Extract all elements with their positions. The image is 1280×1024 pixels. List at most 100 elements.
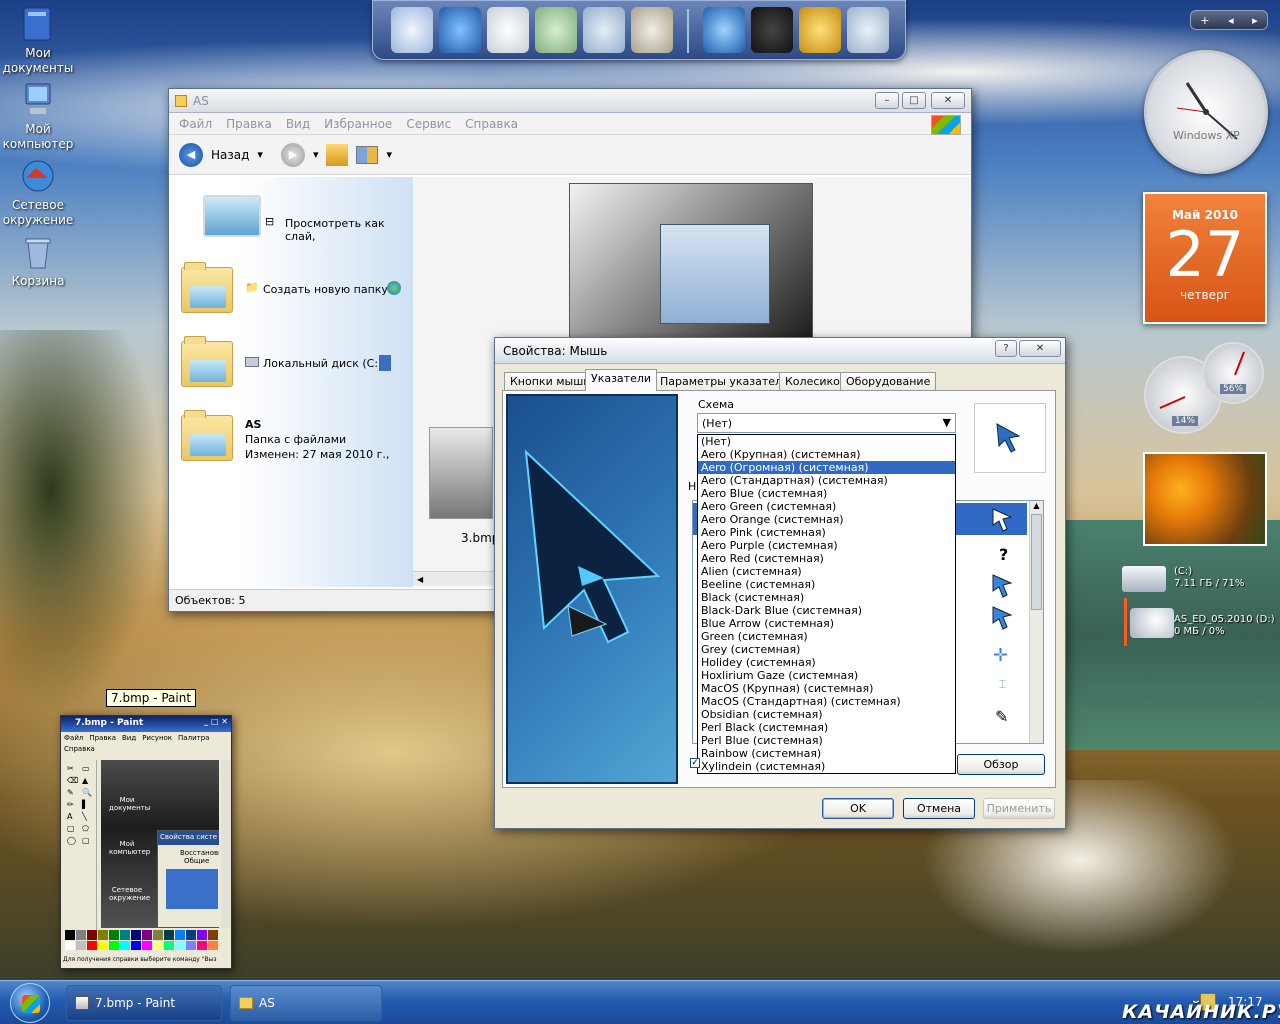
scheme-option[interactable]: Blue Arrow (системная): [698, 617, 955, 630]
forward-dropdown-icon[interactable]: ▾: [313, 148, 319, 161]
scheme-option[interactable]: Aero Red (системная): [698, 552, 955, 565]
explorer-titlebar[interactable]: AS – □ ✕: [169, 89, 971, 113]
scheme-option-selected[interactable]: Aero (Огромная) (системная): [698, 461, 955, 474]
clock-brand: Windows XP: [1173, 129, 1240, 142]
scheme-option[interactable]: Obsidian (системная): [698, 708, 955, 721]
pictures-icon[interactable]: [583, 7, 625, 53]
scheme-option[interactable]: Holidey (системная): [698, 656, 955, 669]
scheme-option[interactable]: Black (системная): [698, 591, 955, 604]
tools-icon[interactable]: [631, 7, 673, 53]
scheme-option[interactable]: MacOS (Стандартная) (системная): [698, 695, 955, 708]
scheme-option[interactable]: Rainbow (системная): [698, 747, 955, 760]
computer-icon[interactable]: [391, 7, 433, 53]
back-button[interactable]: Назад: [211, 148, 249, 162]
folder-icon: [181, 336, 233, 387]
scheme-option[interactable]: Aero Blue (системная): [698, 487, 955, 500]
paint-window-preview[interactable]: 7.bmp - Paint _ □ ✕ Файл Правка Вид Рису…: [60, 715, 232, 969]
scheme-option[interactable]: Aero Purple (системная): [698, 539, 955, 552]
tab-mouse-buttons[interactable]: Кнопки мыши: [504, 372, 597, 390]
globe-icon[interactable]: [439, 7, 481, 53]
scheme-option[interactable]: Grey (системная): [698, 643, 955, 656]
views-dropdown-icon[interactable]: ▾: [386, 148, 392, 161]
folder-icon: [175, 94, 187, 107]
menu-edit[interactable]: Правка: [226, 117, 272, 131]
photo-gadget[interactable]: [1143, 452, 1267, 546]
tab-pointer-options[interactable]: Параметры указателя: [654, 372, 795, 390]
tab-wheel[interactable]: Колесико: [779, 372, 846, 390]
desktop-icon-my-computer[interactable]: Мой компьютер: [0, 80, 80, 152]
recycle-icon[interactable]: [847, 7, 889, 53]
paint-color-palette[interactable]: [65, 930, 227, 950]
scheme-option[interactable]: Aero Green (системная): [698, 500, 955, 513]
scheme-option[interactable]: Alien (системная): [698, 565, 955, 578]
clock-gadget[interactable]: Windows XP: [1144, 50, 1268, 174]
dialog-close-button[interactable]: ✕: [1019, 340, 1061, 357]
scrollbar-thumb[interactable]: [1031, 514, 1042, 610]
internet-icon[interactable]: [703, 7, 745, 53]
scheme-option[interactable]: Black-Dark Blue (системная): [698, 604, 955, 617]
scheme-option[interactable]: MacOS (Крупная) (системная): [698, 682, 955, 695]
scheme-option[interactable]: Aero Pink (системная): [698, 526, 955, 539]
minimize-button[interactable]: –: [875, 92, 899, 109]
details-icon[interactable]: [379, 355, 391, 371]
preview-image[interactable]: [569, 183, 813, 339]
views-icon[interactable]: [356, 145, 379, 164]
menu-help[interactable]: Справка: [465, 117, 518, 131]
horizontal-scrollbar[interactable]: ◀: [413, 571, 503, 585]
scheme-option[interactable]: Aero (Стандартная) (системная): [698, 474, 955, 487]
folder-icon[interactable]: [535, 7, 577, 53]
task-local-disk[interactable]: Локальный диск (C:): [263, 357, 382, 370]
enable-shadow-checkbox[interactable]: ✓: [690, 758, 700, 768]
scheme-option[interactable]: Aero (Крупная) (системная): [698, 448, 955, 461]
sidebar-next-button[interactable]: ▸: [1252, 14, 1258, 27]
task-new-folder[interactable]: Создать новую папку: [263, 283, 388, 296]
scheme-option[interactable]: Perl Blue (системная): [698, 734, 955, 747]
folder-icon: [239, 997, 253, 1009]
help-button[interactable]: ?: [995, 340, 1017, 357]
cancel-button[interactable]: Отмена: [903, 798, 975, 819]
scheme-option[interactable]: Aero Orange (системная): [698, 513, 955, 526]
menu-tools[interactable]: Сервис: [406, 117, 451, 131]
back-dropdown-icon[interactable]: ▾: [257, 148, 263, 161]
scheme-option[interactable]: Green (системная): [698, 630, 955, 643]
scheme-option[interactable]: (Нет): [698, 435, 955, 448]
sidebar-add-button[interactable]: +: [1200, 14, 1209, 27]
paint-canvas[interactable]: Мои документы Мой компьютер Сетевое окру…: [101, 760, 219, 928]
scheme-dropdown-list[interactable]: (Нет) Aero (Крупная) (системная) Aero (О…: [697, 434, 956, 774]
menu-favorites[interactable]: Избранное: [324, 117, 392, 131]
taskbar-button-explorer[interactable]: AS: [230, 985, 382, 1021]
taskbar-button-paint[interactable]: 7.bmp - Paint: [66, 985, 222, 1021]
scheme-option[interactable]: Beeline (системная): [698, 578, 955, 591]
dialog-titlebar[interactable]: Свойства: Мышь ? ✕: [495, 338, 1065, 364]
paint-vscroll[interactable]: [221, 760, 231, 928]
back-arrow-icon[interactable]: ◀: [179, 142, 203, 167]
up-folder-icon[interactable]: [326, 143, 349, 166]
scheme-option[interactable]: Xylindein (системная): [698, 760, 955, 773]
tshirt-icon[interactable]: [751, 7, 793, 53]
web-publish-icon[interactable]: [387, 281, 401, 295]
menu-view[interactable]: Вид: [286, 117, 310, 131]
ok-button[interactable]: OK: [822, 798, 894, 819]
browse-button[interactable]: Обзор: [957, 754, 1045, 775]
start-button[interactable]: [10, 983, 50, 1023]
settings-icon[interactable]: [799, 7, 841, 53]
desktop-icon-recycle-bin[interactable]: Корзина: [0, 232, 80, 289]
menu-file[interactable]: Файл: [179, 117, 212, 131]
scheme-option[interactable]: Perl Black (системная): [698, 721, 955, 734]
scheme-option[interactable]: Hoxlirium Gaze (системная): [698, 669, 955, 682]
close-button[interactable]: ✕: [931, 92, 965, 109]
tab-hardware[interactable]: Оборудование: [840, 372, 937, 390]
calendar-gadget[interactable]: Май 2010 27 четверг: [1143, 192, 1267, 324]
desktop-icon-network[interactable]: Сетевое окружение: [0, 156, 80, 228]
maximize-button[interactable]: □: [902, 92, 926, 109]
apply-button[interactable]: Применить: [983, 798, 1055, 819]
documents-icon[interactable]: [487, 7, 529, 53]
tab-pointers[interactable]: Указатели: [585, 369, 658, 391]
sidebar-prev-button[interactable]: ◂: [1228, 14, 1234, 27]
desktop-icon-my-documents[interactable]: Мои документы: [0, 4, 80, 76]
scheme-select[interactable]: (Нет) ▼: [697, 413, 956, 433]
thumbnail-3bmp[interactable]: [429, 427, 493, 519]
pointer-list-scrollbar[interactable]: ▲: [1029, 501, 1043, 743]
task-slideshow[interactable]: Просмотреть как слай,: [285, 217, 413, 243]
forward-arrow-icon[interactable]: ▶: [280, 142, 305, 167]
